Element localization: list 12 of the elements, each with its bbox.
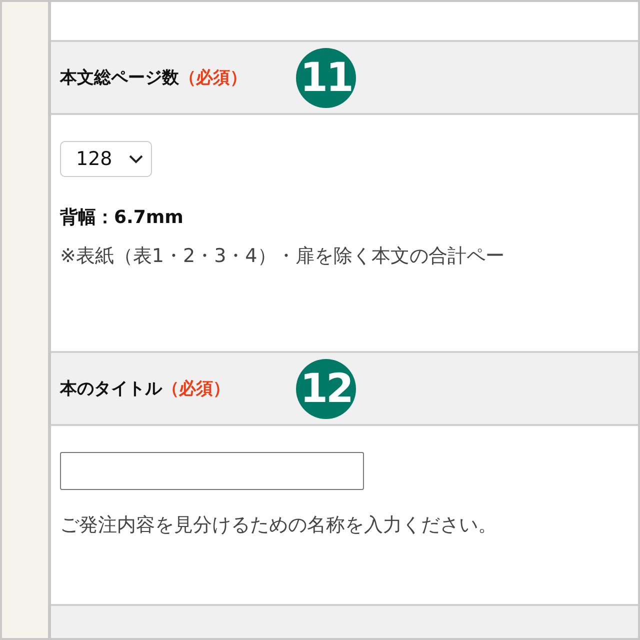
help-text: ※表紙（表1・2・3・4）・扉を除く本文の合計ペー bbox=[60, 244, 504, 269]
page-count-select[interactable]: 128 bbox=[60, 141, 152, 177]
chevron-icon bbox=[129, 154, 143, 164]
help-text: ご発注内容を見分けるための名称を入力ください。 bbox=[60, 513, 497, 538]
spine-width-text: 背幅：6.7mm bbox=[60, 206, 184, 229]
title-input-field[interactable] bbox=[60, 452, 364, 490]
section-title: 本文総ページ数 bbox=[60, 67, 179, 89]
required-label: （必須） bbox=[179, 67, 247, 89]
step-number-badge: 12 bbox=[296, 358, 356, 418]
section-title: 本のタイトル bbox=[60, 378, 162, 400]
step-number-badge: 11 bbox=[296, 48, 356, 108]
required-label: （必須） bbox=[162, 378, 230, 400]
